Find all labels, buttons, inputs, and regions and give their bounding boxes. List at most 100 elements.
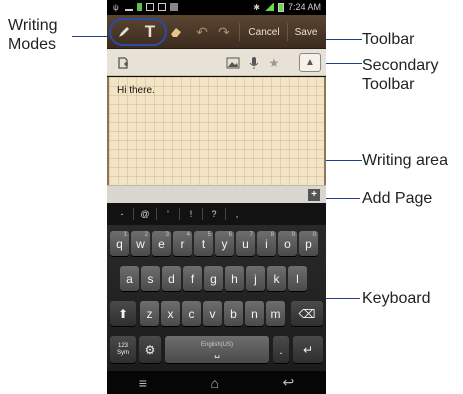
keyboard: - @ ' ! ? , q1 w2 e3 r4 t5 y6 u7 i8 o9 p… bbox=[107, 203, 326, 371]
symbol-key[interactable]: ' bbox=[161, 209, 175, 219]
key-p[interactable]: p0 bbox=[299, 231, 318, 256]
insert-page-button[interactable] bbox=[113, 53, 133, 72]
annotation-toolbar-leader bbox=[326, 39, 362, 40]
redo-button[interactable]: ↷ bbox=[215, 21, 233, 43]
symbol-key[interactable]: ? bbox=[207, 209, 221, 219]
annotation-add-page-leader bbox=[322, 198, 360, 199]
shift-icon: ⬆ bbox=[117, 306, 129, 321]
save-button[interactable]: Save bbox=[289, 21, 323, 43]
key-t[interactable]: t5 bbox=[194, 231, 213, 256]
key-f[interactable]: f bbox=[183, 266, 202, 291]
notification-icons: ψ bbox=[113, 3, 178, 12]
email-icon bbox=[158, 3, 166, 11]
writing-area[interactable]: Hi there. bbox=[107, 77, 326, 185]
add-page-button[interactable]: + bbox=[308, 189, 320, 201]
annotation-secondary-toolbar: Secondary Toolbar bbox=[362, 56, 439, 94]
battery-small-icon bbox=[137, 3, 142, 11]
enter-key[interactable]: ↵ bbox=[293, 336, 323, 363]
symbol-divider bbox=[202, 208, 203, 220]
image-icon bbox=[226, 57, 240, 68]
clock: 7:24 AM bbox=[287, 2, 321, 12]
key-i[interactable]: i8 bbox=[257, 231, 276, 256]
toolbar-divider bbox=[287, 23, 288, 41]
gear-icon: ⚙ bbox=[144, 342, 156, 357]
key-y[interactable]: y6 bbox=[215, 231, 234, 256]
home-icon[interactable]: ⌂ bbox=[210, 375, 218, 391]
symbol-key[interactable]: , bbox=[230, 209, 244, 219]
symbol-divider bbox=[225, 208, 226, 220]
annotation-toolbar: Toolbar bbox=[362, 31, 415, 48]
key-m[interactable]: m bbox=[266, 301, 285, 326]
key-k[interactable]: k bbox=[267, 266, 286, 291]
symbol-divider bbox=[156, 208, 157, 220]
toolbar-divider bbox=[239, 23, 240, 41]
annotation-writing-modes-leader bbox=[72, 36, 108, 37]
status-right: ✱ 7:24 AM bbox=[253, 2, 321, 12]
symbol-key[interactable]: ! bbox=[184, 209, 198, 219]
annotation-keyboard: Keyboard bbox=[362, 290, 431, 307]
key-n[interactable]: n bbox=[245, 301, 264, 326]
pen-icon bbox=[119, 27, 129, 37]
key-o[interactable]: o9 bbox=[278, 231, 297, 256]
key-j[interactable]: j bbox=[246, 266, 265, 291]
key-q[interactable]: q1 bbox=[110, 231, 129, 256]
key-a[interactable]: a bbox=[120, 266, 139, 291]
cancel-button[interactable]: Cancel bbox=[243, 21, 285, 43]
key-g[interactable]: g bbox=[204, 266, 223, 291]
undo-button[interactable]: ↶ bbox=[193, 21, 211, 43]
key-l[interactable]: l bbox=[288, 266, 307, 291]
key-c[interactable]: c bbox=[182, 301, 201, 326]
period-key[interactable]: . bbox=[273, 336, 289, 363]
page-plus-icon bbox=[118, 56, 128, 69]
microphone-icon bbox=[249, 56, 259, 69]
key-e[interactable]: e3 bbox=[152, 231, 171, 256]
key-u[interactable]: u7 bbox=[236, 231, 255, 256]
key-b[interactable]: b bbox=[224, 301, 243, 326]
symbol-key[interactable]: @ bbox=[138, 209, 152, 219]
voicemail-icon bbox=[125, 3, 133, 11]
key-x[interactable]: x bbox=[161, 301, 180, 326]
text-mode-button[interactable]: T bbox=[139, 21, 161, 43]
key-w[interactable]: w2 bbox=[131, 231, 150, 256]
annotation-writing-modes-line1: Writing bbox=[8, 17, 58, 34]
chevron-up-icon: ▲ bbox=[305, 57, 315, 68]
back-icon[interactable]: ↩ bbox=[282, 374, 294, 391]
phone-screen: ψ ✱ 7:24 AM T ↶ ↷ Cancel Save ★ ▲ Hi the… bbox=[107, 0, 326, 394]
backspace-key[interactable]: ⌫ bbox=[291, 301, 323, 326]
undo-icon: ↶ bbox=[196, 23, 208, 40]
backspace-icon: ⌫ bbox=[298, 306, 316, 321]
key-r[interactable]: r4 bbox=[173, 231, 192, 256]
settings-key[interactable]: ⚙ bbox=[139, 336, 161, 363]
symbol-key[interactable]: - bbox=[115, 209, 129, 219]
voice-button[interactable] bbox=[245, 53, 263, 72]
eraser-button[interactable] bbox=[165, 21, 187, 43]
key-s[interactable]: s bbox=[141, 266, 160, 291]
pen-mode-button[interactable] bbox=[113, 21, 135, 43]
key-z[interactable]: z bbox=[140, 301, 159, 326]
annotation-add-page: Add Page bbox=[362, 190, 433, 207]
annotation-secondary-line1: Secondary bbox=[362, 57, 439, 74]
key-d[interactable]: d bbox=[162, 266, 181, 291]
shift-key[interactable]: ⬆ bbox=[110, 301, 136, 326]
annotation-writing-modes: Writing Modes bbox=[8, 16, 58, 54]
symbols-key-label: 123 Sym bbox=[117, 342, 129, 356]
gallery-icon bbox=[170, 3, 178, 11]
star-icon: ★ bbox=[268, 55, 280, 70]
bluetooth-icon: ✱ bbox=[253, 2, 260, 12]
symbols-key[interactable]: 123 Sym bbox=[110, 336, 136, 363]
eraser-icon bbox=[171, 28, 181, 37]
space-key[interactable]: English(US) ␣ bbox=[165, 336, 269, 363]
status-bar: ψ ✱ 7:24 AM bbox=[107, 0, 326, 15]
menu-icon[interactable]: ≡ bbox=[139, 375, 147, 391]
key-h[interactable]: h bbox=[225, 266, 244, 291]
space-icon: ␣ bbox=[214, 348, 220, 358]
toolbar: T ↶ ↷ Cancel Save bbox=[107, 15, 326, 49]
favorite-button[interactable]: ★ bbox=[265, 53, 283, 72]
annotation-secondary-line2: Toolbar bbox=[362, 76, 415, 93]
writing-content: Hi there. bbox=[117, 85, 155, 96]
insert-image-button[interactable] bbox=[223, 53, 243, 72]
symbol-row: - @ ' ! ? , bbox=[107, 203, 326, 225]
key-v[interactable]: v bbox=[203, 301, 222, 326]
collapse-toolbar-button[interactable]: ▲ bbox=[299, 53, 321, 72]
add-page-bar: + bbox=[107, 185, 326, 203]
